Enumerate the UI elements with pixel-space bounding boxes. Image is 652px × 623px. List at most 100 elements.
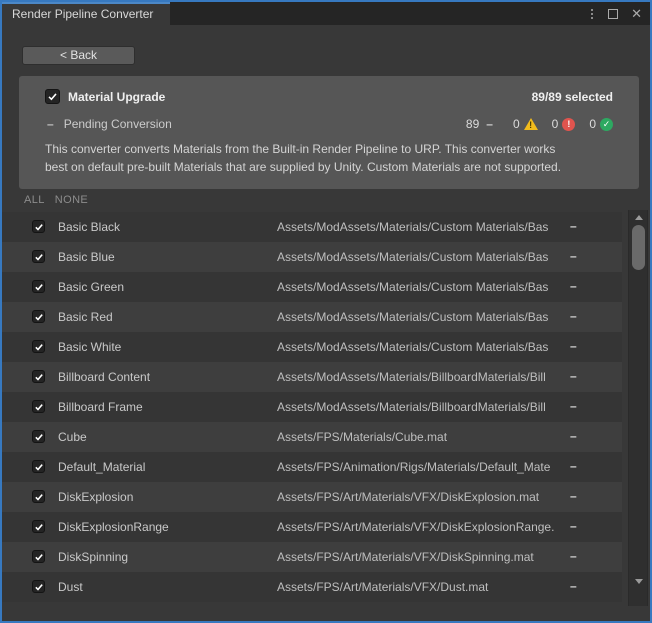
- vertical-scrollbar[interactable]: [628, 210, 648, 606]
- kebab-menu-icon[interactable]: [589, 7, 595, 21]
- converter-description: This converter converts Materials from t…: [45, 140, 623, 176]
- material-name: Billboard Content: [58, 370, 268, 384]
- warning-count: 0: [513, 117, 520, 131]
- table-row[interactable]: DiskExplosion Assets/FPS/Art/Materials/V…: [2, 482, 622, 512]
- material-path: Assets/FPS/Art/Materials/VFX/Dust.mat: [277, 580, 569, 594]
- material-path: Assets/FPS/Animation/Rigs/Materials/Defa…: [277, 460, 569, 474]
- material-path: Assets/ModAssets/Materials/BillboardMate…: [277, 370, 569, 384]
- row-checkbox[interactable]: [32, 430, 45, 443]
- table-row[interactable]: Basic Green Assets/ModAssets/Materials/C…: [2, 272, 622, 302]
- row-checkbox[interactable]: [32, 280, 45, 293]
- table-row[interactable]: Billboard Content Assets/ModAssets/Mater…: [2, 362, 622, 392]
- scrollbar-thumb[interactable]: [632, 225, 645, 270]
- material-path: Assets/FPS/Art/Materials/VFX/DiskExplosi…: [277, 520, 569, 534]
- material-name: Default_Material: [58, 460, 268, 474]
- table-row[interactable]: Dust Assets/FPS/Art/Materials/VFX/Dust.m…: [2, 572, 622, 602]
- row-checkbox[interactable]: [32, 400, 45, 413]
- success-count: 0: [589, 117, 596, 131]
- check-icon: [34, 552, 44, 562]
- row-checkbox[interactable]: [32, 520, 45, 533]
- back-button[interactable]: < Back: [22, 46, 135, 65]
- table-row[interactable]: Basic Blue Assets/ModAssets/Materials/Cu…: [2, 242, 622, 272]
- check-icon: [34, 582, 44, 592]
- converter-checkbox[interactable]: [45, 89, 60, 104]
- table-row[interactable]: DiskSpinning Assets/FPS/Art/Materials/VF…: [2, 542, 622, 572]
- material-path: Assets/FPS/Materials/Cube.mat: [277, 430, 569, 444]
- material-path: Assets/FPS/Art/Materials/VFX/DiskExplosi…: [277, 490, 569, 504]
- material-path: Assets/ModAssets/Materials/BillboardMate…: [277, 400, 569, 414]
- table-row[interactable]: Billboard Frame Assets/ModAssets/Materia…: [2, 392, 622, 422]
- warning-icon: !: [524, 118, 538, 130]
- material-name: Cube: [58, 430, 268, 444]
- material-path: Assets/ModAssets/Materials/Custom Materi…: [277, 340, 569, 354]
- check-icon: [47, 91, 58, 102]
- check-icon: [34, 432, 44, 442]
- row-checkbox[interactable]: [32, 490, 45, 503]
- row-status-dash: –: [570, 369, 577, 383]
- material-name: Basic Red: [58, 310, 268, 324]
- row-status-dash: –: [570, 219, 577, 233]
- table-row[interactable]: Basic Red Assets/ModAssets/Materials/Cus…: [2, 302, 622, 332]
- select-all-button[interactable]: ALL: [24, 194, 45, 206]
- error-count: 0: [552, 117, 559, 131]
- row-checkbox[interactable]: [32, 310, 45, 323]
- error-icon: !: [562, 118, 575, 131]
- check-icon: [34, 492, 44, 502]
- maximize-icon[interactable]: [608, 9, 618, 19]
- materials-list: Basic Black Assets/ModAssets/Materials/C…: [2, 212, 622, 602]
- check-icon: [34, 402, 44, 412]
- material-name: DiskExplosion: [58, 490, 268, 504]
- row-status-dash: –: [570, 339, 577, 353]
- close-icon[interactable]: ✕: [631, 7, 642, 20]
- material-name: Basic Blue: [58, 250, 268, 264]
- description-line-2: best on default pre-built Materials that…: [45, 158, 623, 176]
- row-status-dash: –: [570, 489, 577, 503]
- material-name: Basic Green: [58, 280, 268, 294]
- row-checkbox[interactable]: [32, 460, 45, 473]
- check-icon: [34, 312, 44, 322]
- material-name: Billboard Frame: [58, 400, 268, 414]
- window-title: Render Pipeline Converter: [12, 7, 153, 21]
- row-status-dash: –: [570, 309, 577, 323]
- row-checkbox[interactable]: [32, 340, 45, 353]
- select-none-button[interactable]: NONE: [55, 194, 88, 206]
- material-path: Assets/ModAssets/Materials/Custom Materi…: [277, 280, 569, 294]
- row-checkbox[interactable]: [32, 370, 45, 383]
- table-row[interactable]: DiskExplosionRange Assets/FPS/Art/Materi…: [2, 512, 622, 542]
- material-path: Assets/ModAssets/Materials/Custom Materi…: [277, 250, 569, 264]
- row-checkbox[interactable]: [32, 250, 45, 263]
- pending-total: 89: [466, 117, 479, 131]
- converter-header-panel: Material Upgrade 89/89 selected – Pendin…: [19, 76, 639, 189]
- material-path: Assets/ModAssets/Materials/Custom Materi…: [277, 310, 569, 324]
- row-checkbox[interactable]: [32, 550, 45, 563]
- success-icon: ✓: [600, 118, 613, 131]
- row-checkbox[interactable]: [32, 580, 45, 593]
- pending-dash-icon: –: [486, 117, 493, 131]
- row-status-dash: –: [570, 399, 577, 413]
- check-icon: [34, 222, 44, 232]
- tab-render-pipeline-converter[interactable]: Render Pipeline Converter: [2, 2, 170, 25]
- table-row[interactable]: Cube Assets/FPS/Materials/Cube.mat –: [2, 422, 622, 452]
- row-checkbox[interactable]: [32, 220, 45, 233]
- material-name: DiskSpinning: [58, 550, 268, 564]
- check-icon: [34, 462, 44, 472]
- check-icon: [34, 522, 44, 532]
- row-status-dash: –: [570, 549, 577, 563]
- material-name: Basic White: [58, 340, 268, 354]
- title-bar: Render Pipeline Converter ✕: [2, 2, 650, 25]
- row-status-dash: –: [570, 249, 577, 263]
- table-row[interactable]: Basic Black Assets/ModAssets/Materials/C…: [2, 212, 622, 242]
- scroll-up-icon[interactable]: [635, 215, 643, 220]
- scroll-down-icon[interactable]: [635, 579, 643, 584]
- row-status-dash: –: [570, 519, 577, 533]
- material-name: DiskExplosionRange: [58, 520, 268, 534]
- material-path: Assets/ModAssets/Materials/Custom Materi…: [277, 220, 569, 234]
- table-row[interactable]: Default_Material Assets/FPS/Animation/Ri…: [2, 452, 622, 482]
- selected-count: 89/89 selected: [532, 90, 613, 104]
- dash-icon: –: [47, 117, 54, 131]
- row-status-dash: –: [570, 279, 577, 293]
- check-icon: [34, 372, 44, 382]
- table-row[interactable]: Basic White Assets/ModAssets/Materials/C…: [2, 332, 622, 362]
- render-pipeline-converter-window: Render Pipeline Converter ✕ < Back Mater…: [0, 0, 652, 623]
- converter-name: Material Upgrade: [68, 90, 165, 104]
